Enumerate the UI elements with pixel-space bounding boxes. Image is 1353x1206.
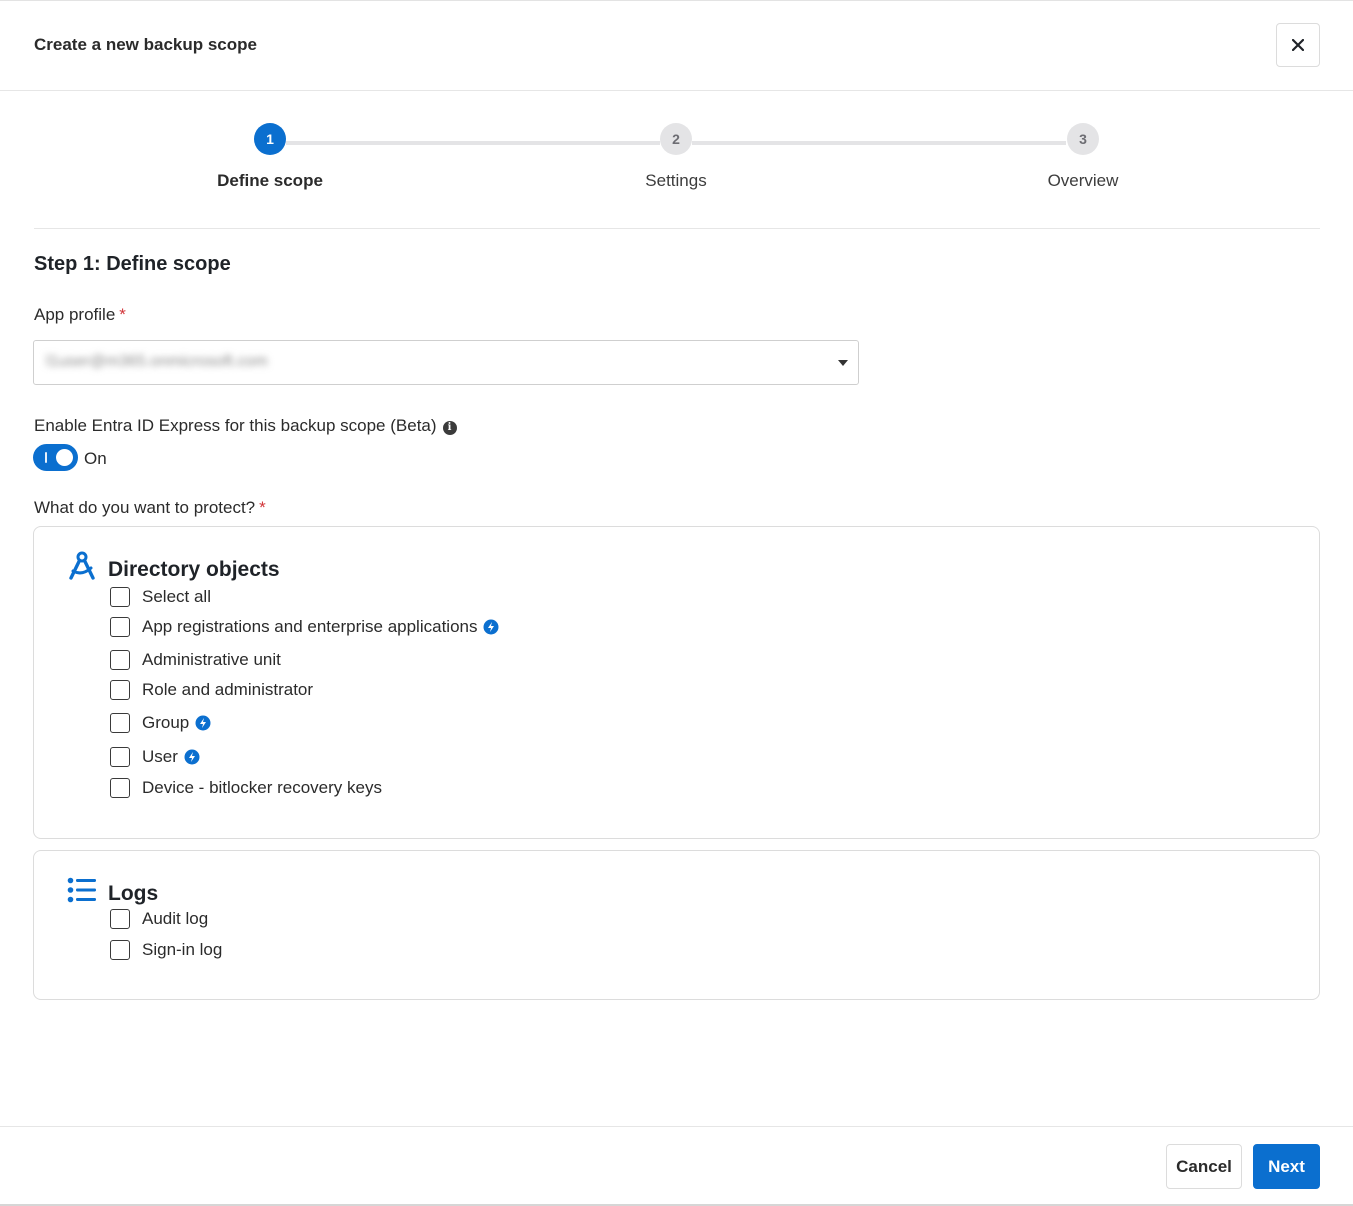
express-toggle-state: On — [84, 449, 107, 468]
compass-drafting-icon — [69, 551, 95, 580]
toggle-knob — [56, 449, 73, 466]
checkbox-role-administrator[interactable]: Role and administrator — [110, 679, 313, 701]
required-mark: * — [259, 498, 266, 517]
close-icon — [1292, 39, 1304, 51]
step-overview[interactable]: 3 Overview — [1003, 123, 1163, 191]
checkbox-label: Administrative unit — [142, 650, 281, 669]
app-profile-select[interactable]: l1user@m365.onmicrosoft.com — [33, 340, 859, 385]
app-profile-label-text: App profile — [34, 305, 116, 324]
express-toggle[interactable] — [33, 444, 78, 471]
checkbox-label: Group — [142, 713, 190, 732]
dialog-header: Create a new backup scope — [0, 1, 1353, 91]
checkbox-label: App registrations and enterprise applica… — [142, 617, 478, 636]
express-bolt-icon — [195, 715, 211, 731]
checkbox-label: Select all — [142, 587, 211, 606]
checkbox[interactable] — [110, 713, 130, 733]
checkbox-label: User — [142, 747, 178, 766]
express-label: Enable Entra ID Express for this backup … — [34, 416, 457, 436]
checkbox[interactable] — [110, 650, 130, 670]
list-icon — [67, 877, 96, 903]
step-number-badge: 1 — [254, 123, 286, 155]
step-label: Define scope — [217, 171, 323, 190]
logs-title: Logs — [108, 882, 159, 905]
wizard-stepper: 1 Define scope 2 Settings 3 Overview — [34, 91, 1320, 229]
checkbox[interactable] — [110, 617, 130, 637]
checkbox-label: Audit log — [142, 909, 209, 928]
step-settings[interactable]: 2 Settings — [596, 123, 756, 191]
checkbox[interactable] — [110, 909, 130, 929]
checkbox[interactable] — [110, 587, 130, 607]
directory-objects-title: Directory objects — [108, 558, 280, 581]
checkbox-sign-in-log[interactable]: Sign-in log — [110, 939, 222, 961]
step-number-badge: 3 — [1067, 123, 1099, 155]
step-number-badge: 2 — [660, 123, 692, 155]
express-bolt-icon — [483, 619, 499, 635]
step-define-scope[interactable]: 1 Define scope — [190, 123, 350, 191]
cancel-button[interactable]: Cancel — [1166, 1144, 1242, 1189]
checkbox-app-registrations[interactable]: App registrations and enterprise applica… — [110, 616, 499, 638]
checkbox-device-bitlocker[interactable]: Device - bitlocker recovery keys — [110, 777, 382, 799]
logs-card: Logs Audit log Sign-in log — [33, 850, 1320, 1000]
checkbox-group[interactable]: Group — [110, 712, 211, 734]
protect-label: What do you want to protect? * — [34, 498, 266, 518]
directory-objects-card: Directory objects Select all App registr… — [33, 526, 1320, 839]
checkbox[interactable] — [110, 778, 130, 798]
checkbox-administrative-unit[interactable]: Administrative unit — [110, 649, 281, 671]
checkbox[interactable] — [110, 940, 130, 960]
caret-down-icon — [838, 360, 848, 366]
info-icon[interactable]: i — [442, 421, 457, 435]
backup-scope-dialog: Create a new backup scope 1 Define scope… — [0, 0, 1353, 1206]
dialog-footer: Cancel Next — [0, 1126, 1353, 1205]
express-bolt-icon — [184, 749, 200, 765]
checkbox-label: Sign-in log — [142, 940, 223, 959]
app-profile-value: l1user@m365.onmicrosoft.com — [46, 353, 268, 370]
close-button[interactable] — [1276, 23, 1320, 67]
checkbox-select-all[interactable]: Select all — [110, 586, 211, 608]
checkbox-audit-log[interactable]: Audit log — [110, 908, 208, 930]
protect-label-text: What do you want to protect? — [34, 498, 256, 517]
checkbox-label: Device - bitlocker recovery keys — [142, 778, 382, 797]
next-button[interactable]: Next — [1253, 1144, 1320, 1189]
step-label: Overview — [1047, 171, 1119, 190]
app-profile-label: App profile * — [34, 305, 126, 325]
section-title: Step 1: Define scope — [34, 253, 231, 275]
step-label: Settings — [645, 171, 707, 190]
checkbox-user[interactable]: User — [110, 746, 200, 768]
toggle-on-indicator — [45, 452, 47, 463]
checkbox-label: Role and administrator — [142, 680, 314, 699]
checkbox[interactable] — [110, 747, 130, 767]
dialog-title: Create a new backup scope — [34, 35, 257, 54]
express-label-text: Enable Entra ID Express for this backup … — [34, 416, 437, 435]
checkbox[interactable] — [110, 680, 130, 700]
required-mark: * — [119, 305, 126, 324]
